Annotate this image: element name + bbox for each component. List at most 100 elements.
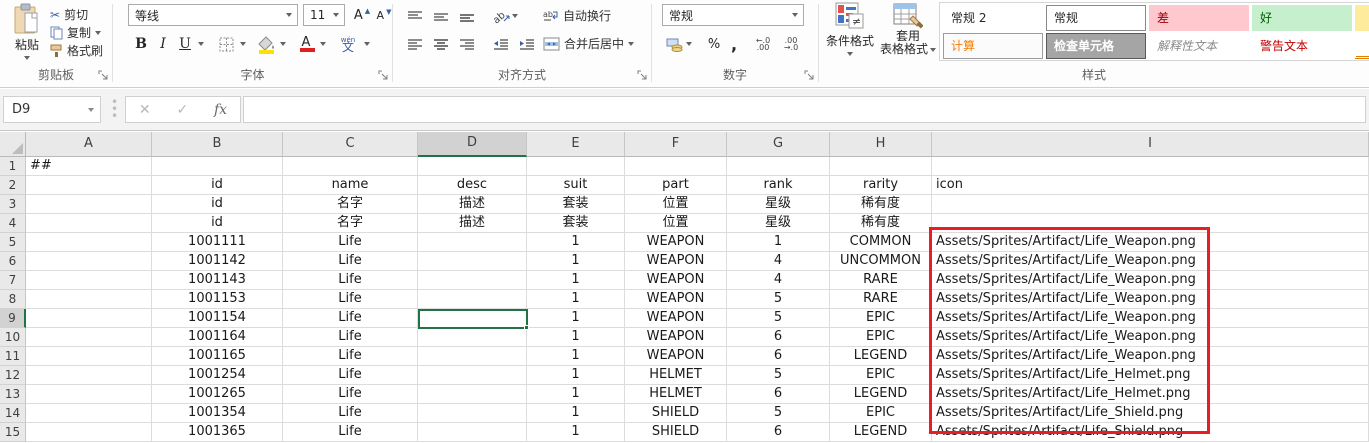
cell-H7[interactable]: RARE xyxy=(830,271,932,290)
cell-B3[interactable]: id xyxy=(152,195,283,214)
wrap-text-button[interactable]: ab 自动换行 xyxy=(539,5,615,26)
cell-G5[interactable]: 1 xyxy=(727,233,830,252)
column-header-I[interactable]: I xyxy=(932,132,1369,157)
cell-G2[interactable]: rank xyxy=(727,176,830,195)
cell-H4[interactable]: 稀有度 xyxy=(830,214,932,233)
align-middle-button[interactable] xyxy=(429,4,453,28)
cell-F8[interactable]: WEAPON xyxy=(625,290,727,309)
column-header-E[interactable]: E xyxy=(527,132,625,157)
orientation-button[interactable]: ab xyxy=(489,4,523,28)
cell-H15[interactable]: LEGEND xyxy=(830,423,932,442)
cell-D13[interactable] xyxy=(418,385,527,404)
cell-D9[interactable] xyxy=(418,309,527,328)
column-header-H[interactable]: H xyxy=(830,132,932,157)
row-header-8[interactable]: 8 xyxy=(0,290,26,309)
cell-C11[interactable]: Life xyxy=(283,347,418,366)
style-good[interactable]: 好 xyxy=(1252,5,1352,31)
cell-C13[interactable]: Life xyxy=(283,385,418,404)
alignment-dialog-launcher-icon[interactable] xyxy=(637,70,648,81)
font-name-combo[interactable]: 等线 xyxy=(128,4,298,26)
cell-B1[interactable] xyxy=(152,157,283,176)
cell-A2[interactable] xyxy=(26,176,152,195)
cell-G3[interactable]: 星级 xyxy=(727,195,830,214)
cell-F6[interactable]: WEAPON xyxy=(625,252,727,271)
cell-H5[interactable]: COMMON xyxy=(830,233,932,252)
row-header-14[interactable]: 14 xyxy=(0,404,26,423)
cell-D1[interactable] xyxy=(418,157,527,176)
decrease-indent-button[interactable] xyxy=(489,32,513,56)
align-bottom-button[interactable] xyxy=(455,4,479,28)
copy-dropdown-icon[interactable] xyxy=(95,31,101,35)
cell-H13[interactable]: LEGEND xyxy=(830,385,932,404)
row-header-1[interactable]: 1 xyxy=(0,157,26,176)
cell-A15[interactable] xyxy=(26,423,152,442)
cell-E13[interactable]: 1 xyxy=(527,385,625,404)
cell-E14[interactable]: 1 xyxy=(527,404,625,423)
cell-A3[interactable] xyxy=(26,195,152,214)
cell-I4[interactable] xyxy=(932,214,1369,233)
row-header-7[interactable]: 7 xyxy=(0,271,26,290)
font-dialog-launcher-icon[interactable] xyxy=(378,70,389,81)
comma-style-button[interactable]: , xyxy=(726,32,742,56)
cell-D14[interactable] xyxy=(418,404,527,423)
cell-C10[interactable]: Life xyxy=(283,328,418,347)
cell-B14[interactable]: 1001354 xyxy=(152,404,283,423)
cell-D2[interactable]: desc xyxy=(418,176,527,195)
cell-A12[interactable] xyxy=(26,366,152,385)
cell-E11[interactable]: 1 xyxy=(527,347,625,366)
cell-I13[interactable]: Assets/Sprites/Artifact/Life_Helmet.png xyxy=(932,385,1369,404)
cell-G14[interactable]: 5 xyxy=(727,404,830,423)
cell-E4[interactable]: 套装 xyxy=(527,214,625,233)
merge-center-dropdown-icon[interactable] xyxy=(628,42,634,46)
cell-I7[interactable]: Assets/Sprites/Artifact/Life_Weapon.png xyxy=(932,271,1369,290)
cell-F1[interactable] xyxy=(625,157,727,176)
cell-G9[interactable]: 5 xyxy=(727,309,830,328)
style-explain[interactable]: 解释性文本 xyxy=(1149,33,1249,59)
cell-F14[interactable]: SHIELD xyxy=(625,404,727,423)
cell-I9[interactable]: Assets/Sprites/Artifact/Life_Weapon.png xyxy=(932,309,1369,328)
cell-I14[interactable]: Assets/Sprites/Artifact/Life_Shield.png xyxy=(932,404,1369,423)
cell-D4[interactable]: 描述 xyxy=(418,214,527,233)
row-header-12[interactable]: 12 xyxy=(0,366,26,385)
italic-button[interactable]: I xyxy=(153,32,173,56)
cell-H6[interactable]: UNCOMMON xyxy=(830,252,932,271)
align-top-button[interactable] xyxy=(403,4,427,28)
underline-button[interactable]: U xyxy=(175,32,195,56)
cell-I2[interactable]: icon xyxy=(932,176,1369,195)
align-center-button[interactable] xyxy=(429,32,453,56)
cancel-entry-icon[interactable]: ✕ xyxy=(139,102,151,118)
cell-A9[interactable] xyxy=(26,309,152,328)
column-header-F[interactable]: F xyxy=(625,132,727,157)
column-header-A[interactable]: A xyxy=(26,132,152,157)
cell-E15[interactable]: 1 xyxy=(527,423,625,442)
cell-H8[interactable]: RARE xyxy=(830,290,932,309)
cell-G10[interactable]: 6 xyxy=(727,328,830,347)
formula-bar-resize-handle[interactable]: ••• xyxy=(111,99,118,120)
cell-B4[interactable]: id xyxy=(152,214,283,233)
cell-D10[interactable] xyxy=(418,328,527,347)
row-header-4[interactable]: 4 xyxy=(0,214,26,233)
cell-H11[interactable]: LEGEND xyxy=(830,347,932,366)
style-check[interactable]: 检查单元格 xyxy=(1046,33,1146,59)
cell-C7[interactable]: Life xyxy=(283,271,418,290)
cell-A6[interactable] xyxy=(26,252,152,271)
percent-style-button[interactable]: % xyxy=(704,32,724,56)
cell-C14[interactable]: Life xyxy=(283,404,418,423)
cell-B13[interactable]: 1001265 xyxy=(152,385,283,404)
cell-I12[interactable]: Assets/Sprites/Artifact/Life_Helmet.png xyxy=(932,366,1369,385)
style-normal2[interactable]: 常规 2 xyxy=(943,5,1043,31)
cell-E7[interactable]: 1 xyxy=(527,271,625,290)
cell-G8[interactable]: 5 xyxy=(727,290,830,309)
increase-decimal-button[interactable]: ←.0.00 xyxy=(750,32,776,56)
cell-D7[interactable] xyxy=(418,271,527,290)
font-color-button[interactable]: A xyxy=(295,32,317,56)
cell-E9[interactable]: 1 xyxy=(527,309,625,328)
cell-C1[interactable] xyxy=(283,157,418,176)
cell-H12[interactable]: EPIC xyxy=(830,366,932,385)
cell-F4[interactable]: 位置 xyxy=(625,214,727,233)
number-format-combo[interactable]: 常规 xyxy=(662,4,804,26)
cell-H14[interactable]: EPIC xyxy=(830,404,932,423)
increase-font-size-button[interactable]: A▲ xyxy=(351,4,373,26)
cell-A8[interactable] xyxy=(26,290,152,309)
cell-C6[interactable]: Life xyxy=(283,252,418,271)
